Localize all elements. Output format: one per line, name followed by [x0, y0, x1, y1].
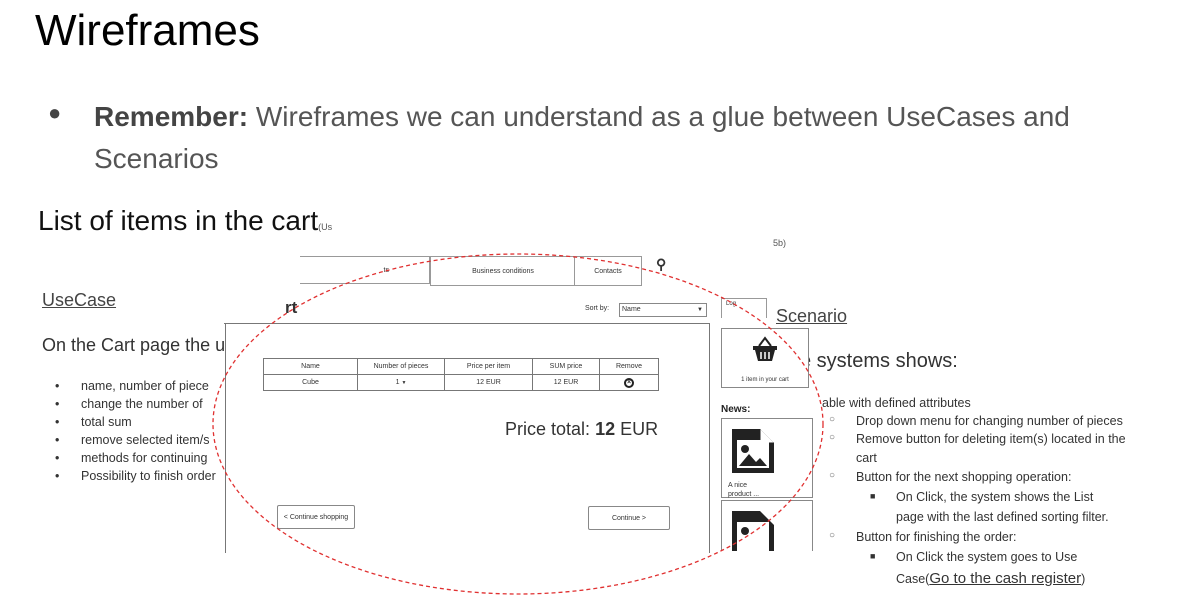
selection-ellipse	[212, 253, 824, 595]
